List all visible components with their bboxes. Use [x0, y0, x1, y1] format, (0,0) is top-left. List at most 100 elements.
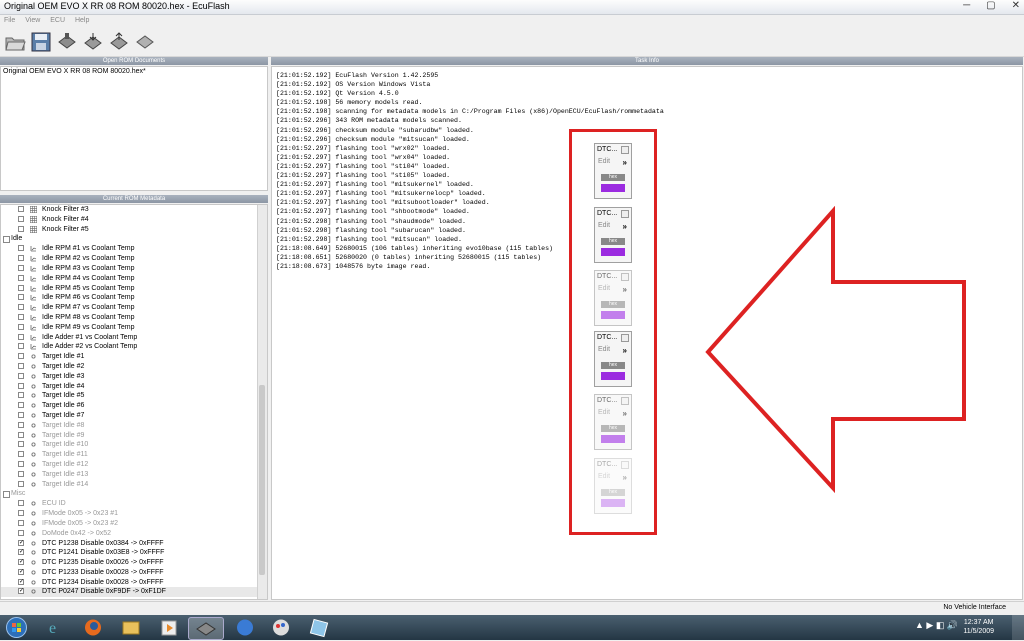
write-to-ecu-icon[interactable]	[108, 32, 130, 52]
tree-item[interactable]: ✓ DTC P1238 Disable 0x0384 -> 0xFFFF	[1, 539, 267, 549]
tree-item[interactable]: Knock Filter #5	[1, 225, 267, 235]
edit-button[interactable]: Edit	[598, 285, 610, 292]
tree-checkbox[interactable]	[18, 225, 24, 232]
close-icon[interactable]	[621, 210, 629, 218]
tree-scrollbar[interactable]	[257, 205, 267, 599]
tree-group-misc[interactable]: Misc	[1, 489, 267, 499]
tree-checkbox[interactable]: ✓	[18, 549, 24, 556]
tree-item[interactable]: ECU ID	[1, 499, 267, 509]
tree-checkbox[interactable]	[18, 460, 24, 467]
tree-item[interactable]: Idle RPM #3 vs Coolant Temp	[1, 264, 267, 274]
tree-checkbox[interactable]: ✓	[18, 568, 24, 575]
dtc-widget[interactable]: DTC... Edit » hex	[594, 143, 632, 199]
tree-item[interactable]: Target Idle #9	[1, 431, 267, 441]
tree-checkbox[interactable]	[18, 441, 24, 448]
gadget-icon[interactable]	[302, 617, 336, 638]
expand-icon[interactable]: »	[623, 409, 627, 418]
tree-item[interactable]: Target Idle #12	[1, 460, 267, 470]
clock[interactable]: 12:37 AM 11/5/2009	[963, 618, 994, 636]
tree-checkbox[interactable]	[18, 510, 24, 517]
tree-checkbox[interactable]	[18, 255, 24, 262]
tree-checkbox[interactable]	[18, 264, 24, 271]
tree-item[interactable]: ✓ DTC P1233 Disable 0x0028 -> 0xFFFF	[1, 568, 267, 578]
close-icon[interactable]	[621, 146, 629, 154]
tree-checkbox[interactable]	[18, 519, 24, 526]
tree-item[interactable]: Idle Adder #1 vs Coolant Temp	[1, 333, 267, 343]
tree-checkbox[interactable]	[18, 480, 24, 487]
tree-checkbox[interactable]	[18, 451, 24, 458]
firefox-icon[interactable]	[76, 617, 110, 638]
chip-icon[interactable]	[134, 32, 156, 52]
dtc-widget[interactable]: DTC... Edit » hex	[594, 270, 632, 326]
tree-checkbox[interactable]	[18, 215, 24, 222]
tree-item[interactable]: Target Idle #3	[1, 372, 267, 382]
edit-button[interactable]: Edit	[598, 409, 610, 416]
tree-checkbox[interactable]	[18, 431, 24, 438]
ecuflash-taskbar-icon[interactable]	[188, 617, 224, 640]
media-player-icon[interactable]	[152, 617, 186, 638]
tree-checkbox[interactable]	[18, 333, 24, 340]
close-icon[interactable]	[621, 273, 629, 281]
value-cell[interactable]	[601, 311, 625, 319]
open-rom-item[interactable]: Original OEM EVO X RR 08 ROM 80020.hex*	[1, 67, 267, 76]
tree-item[interactable]: IFMode 0x05 -> 0x23 #1	[1, 509, 267, 519]
dtc-widget[interactable]: DTC... Edit » hex	[594, 207, 632, 263]
tree-item[interactable]: Target Idle #1	[1, 352, 267, 362]
expand-icon[interactable]: »	[623, 285, 627, 294]
tree-item[interactable]: ✓ DTC P0247 Disable 0xF9DF -> 0xF1DF	[1, 587, 267, 598]
minimize-button[interactable]: ─	[963, 0, 970, 11]
tree-checkbox[interactable]	[18, 323, 24, 330]
tree-item[interactable]: ✓ DTC P1235 Disable 0x0026 -> 0xFFFF	[1, 558, 267, 568]
expand-icon[interactable]: »	[623, 473, 627, 482]
close-icon[interactable]	[621, 334, 629, 342]
tray-icons[interactable]: ▲ ▶ ◧ 🔊	[915, 620, 958, 631]
tree-checkbox[interactable]	[18, 500, 24, 507]
tree-item[interactable]: Knock Filter #4	[1, 215, 267, 225]
edit-button[interactable]: Edit	[598, 158, 610, 165]
tree-item[interactable]: Idle RPM #6 vs Coolant Temp	[1, 293, 267, 303]
tree-item[interactable]: Knock Filter #3	[1, 205, 267, 215]
tree-item[interactable]: Target Idle #4	[1, 382, 267, 392]
tree-checkbox[interactable]	[18, 392, 24, 399]
open-folder-icon[interactable]	[4, 32, 26, 52]
value-cell[interactable]	[601, 435, 625, 443]
dtc-widget[interactable]: DTC... Edit » hex	[594, 331, 632, 387]
value-cell[interactable]	[601, 184, 625, 192]
tree-checkbox[interactable]	[18, 529, 24, 536]
start-icon[interactable]	[6, 617, 27, 638]
tree-checkbox[interactable]	[18, 382, 24, 389]
tree-checkbox[interactable]	[18, 343, 24, 350]
tree-item[interactable]: Idle Adder #2 vs Coolant Temp	[1, 342, 267, 352]
save-icon[interactable]	[30, 32, 52, 52]
value-cell[interactable]	[601, 499, 625, 507]
close-button[interactable]: ✕	[1012, 0, 1020, 11]
tree-checkbox[interactable]	[18, 313, 24, 320]
tree-checkbox[interactable]	[18, 206, 24, 212]
dtc-widget[interactable]: DTC... Edit » hex	[594, 458, 632, 514]
tree-checkbox[interactable]	[18, 402, 24, 409]
value-cell[interactable]	[601, 248, 625, 256]
tree-item[interactable]: Target Idle #6	[1, 401, 267, 411]
tree-item[interactable]: Idle RPM #2 vs Coolant Temp	[1, 254, 267, 264]
tree-checkbox[interactable]	[18, 411, 24, 418]
tree-item[interactable]: DoMode 0x42 -> 0x52	[1, 529, 267, 539]
tree-checkbox[interactable]	[18, 372, 24, 379]
tree-item[interactable]: Target Idle #8	[1, 421, 267, 431]
tree-checkbox[interactable]	[18, 304, 24, 311]
tree-item[interactable]: Target Idle #14	[1, 480, 267, 490]
close-icon[interactable]	[621, 397, 629, 405]
test-write-icon[interactable]	[82, 32, 104, 52]
dtc-widget[interactable]: DTC... Edit » hex	[594, 394, 632, 450]
show-desktop-button[interactable]	[1012, 615, 1024, 640]
tree-checkbox[interactable]	[18, 353, 24, 360]
tree-item[interactable]: Idle RPM #4 vs Coolant Temp	[1, 274, 267, 284]
tree-item[interactable]: Idle RPM #8 vs Coolant Temp	[1, 313, 267, 323]
tree-item[interactable]: Target Idle #13	[1, 470, 267, 480]
tree-item[interactable]: Target Idle #7	[1, 411, 267, 421]
tree-item[interactable]: Idle RPM #1 vs Coolant Temp	[1, 244, 267, 254]
menu-ecu[interactable]: ECU	[46, 15, 69, 27]
tree-item[interactable]: Idle RPM #7 vs Coolant Temp	[1, 303, 267, 313]
expand-icon[interactable]: »	[623, 222, 627, 231]
read-from-ecu-icon[interactable]	[56, 32, 78, 52]
tree-checkbox[interactable]	[18, 274, 24, 281]
